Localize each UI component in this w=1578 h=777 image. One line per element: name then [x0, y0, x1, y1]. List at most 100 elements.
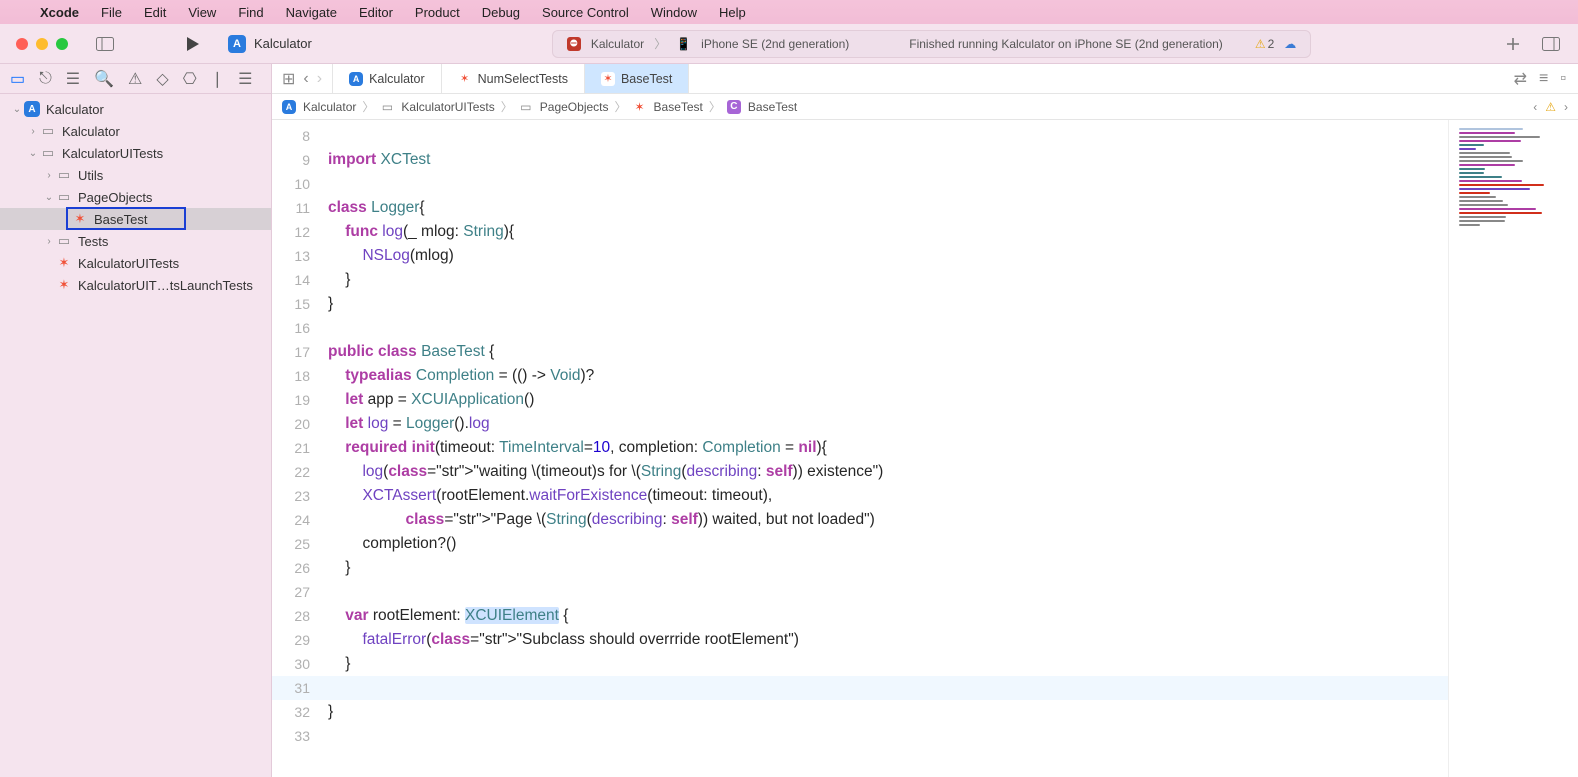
tree-folder[interactable]: ⌄▭PageObjects — [0, 186, 271, 208]
code-line[interactable]: 17public class BaseTest { — [272, 340, 1448, 364]
disclosure-triangle-icon[interactable]: › — [44, 170, 54, 181]
code-line[interactable]: 30 } — [272, 652, 1448, 676]
code-text[interactable]: } — [328, 652, 1448, 676]
code-line[interactable]: 32} — [272, 700, 1448, 724]
code-line[interactable]: 22 log(class="str">"waiting \(timeout)s … — [272, 460, 1448, 484]
code-line[interactable]: 25 completion?() — [272, 532, 1448, 556]
menu-view[interactable]: View — [188, 5, 216, 20]
symbol-navigator-icon[interactable]: ☰ — [66, 69, 80, 89]
code-text[interactable]: } — [328, 556, 1448, 580]
breadcrumb-item[interactable]: PageObjects — [540, 100, 609, 114]
breakpoint-navigator-icon[interactable]: ❘ — [211, 69, 224, 89]
report-navigator-icon[interactable]: ☰ — [238, 69, 252, 89]
code-line[interactable]: 10 — [272, 172, 1448, 196]
scheme-project-name[interactable]: Kalculator — [254, 36, 312, 51]
go-back-button[interactable]: ‹ — [303, 70, 308, 88]
code-line[interactable]: 33 — [272, 724, 1448, 748]
source-control-navigator-icon[interactable]: ⎋ — [39, 70, 52, 88]
code-line[interactable]: 23 XCTAssert(rootElement.waitForExistenc… — [272, 484, 1448, 508]
zoom-window-button[interactable] — [56, 38, 68, 50]
toggle-inspector-icon[interactable] — [1540, 33, 1562, 55]
code-text[interactable]: } — [328, 700, 1448, 724]
minimap[interactable] — [1448, 120, 1578, 777]
code-line[interactable]: 21 required init(timeout: TimeInterval=1… — [272, 436, 1448, 460]
menu-help[interactable]: Help — [719, 5, 746, 20]
menu-navigate[interactable]: Navigate — [286, 5, 337, 20]
editor-layout-icon[interactable]: ≡ — [1539, 70, 1548, 88]
project-root[interactable]: ⌄ A Kalculator — [0, 98, 271, 120]
add-editor-right-icon[interactable]: ▫ — [1560, 70, 1566, 88]
code-text[interactable] — [328, 676, 1448, 700]
code-line[interactable]: 14 } — [272, 268, 1448, 292]
warning-triangle-icon[interactable]: ⚠︎ — [1545, 100, 1556, 114]
code-line[interactable]: 29 fatalError(class="str">"Subclass shou… — [272, 628, 1448, 652]
code-line[interactable]: 11class Logger{ — [272, 196, 1448, 220]
prev-issue-icon[interactable]: ‹ — [1533, 100, 1537, 114]
adjust-editor-options-icon[interactable]: ⇄ — [1514, 69, 1527, 89]
code-line[interactable]: 12 func log(_ mlog: String){ — [272, 220, 1448, 244]
code-line[interactable]: 18 typealias Completion = (() -> Void)? — [272, 364, 1448, 388]
code-text[interactable]: XCTAssert(rootElement.waitForExistence(t… — [328, 484, 1448, 508]
code-line[interactable]: 31 — [272, 676, 1448, 700]
tree-folder[interactable]: ›▭Utils — [0, 164, 271, 186]
tab-basetest[interactable]: ✶ BaseTest — [585, 64, 689, 93]
code-text[interactable]: } — [328, 292, 1448, 316]
code-line[interactable]: 9import XCTest — [272, 148, 1448, 172]
menu-file[interactable]: File — [101, 5, 122, 20]
code-text[interactable]: typealias Completion = (() -> Void)? — [328, 364, 1448, 388]
issue-navigator-icon[interactable]: ⚠︎ — [128, 69, 142, 89]
code-line[interactable]: 20 let log = Logger().log — [272, 412, 1448, 436]
code-text[interactable]: fatalError(class="str">"Subclass should … — [328, 628, 1448, 652]
code-text[interactable]: } — [328, 268, 1448, 292]
code-text[interactable]: class="str">"Page \(String(describing: s… — [328, 508, 1448, 532]
tree-folder[interactable]: ›▭Tests — [0, 230, 271, 252]
code-line[interactable]: 27 — [272, 580, 1448, 604]
add-editor-button[interactable] — [1502, 33, 1524, 55]
disclosure-triangle-icon[interactable]: ⌄ — [28, 148, 38, 159]
code-text[interactable] — [328, 316, 1448, 340]
tree-file[interactable]: ✶BaseTest — [0, 208, 271, 230]
code-text[interactable]: required init(timeout: TimeInterval=10, … — [328, 436, 1448, 460]
disclosure-triangle-icon[interactable]: ⌄ — [44, 192, 54, 203]
code-text[interactable]: func log(_ mlog: String){ — [328, 220, 1448, 244]
code-text[interactable]: public class BaseTest { — [328, 340, 1448, 364]
disclosure-triangle-icon[interactable]: › — [44, 236, 54, 247]
code-text[interactable] — [328, 580, 1448, 604]
breadcrumb-item[interactable]: BaseTest — [654, 100, 703, 114]
code-line[interactable]: 28 var rootElement: XCUIElement { — [272, 604, 1448, 628]
tree-folder[interactable]: ›▭Kalculator — [0, 120, 271, 142]
code-text[interactable]: import XCTest — [328, 148, 1448, 172]
code-text[interactable]: var rootElement: XCUIElement { — [328, 604, 1448, 628]
warnings-badge[interactable]: ⚠︎2 — [1255, 37, 1274, 51]
go-forward-button[interactable]: › — [317, 70, 322, 88]
close-window-button[interactable] — [16, 38, 28, 50]
code-text[interactable]: let app = XCUIApplication() — [328, 388, 1448, 412]
find-navigator-icon[interactable]: 🔍 — [94, 69, 114, 89]
source-editor[interactable]: 89import XCTest1011class Logger{12 func … — [272, 120, 1448, 748]
menu-source-control[interactable]: Source Control — [542, 5, 629, 20]
minimize-window-button[interactable] — [36, 38, 48, 50]
project-navigator-icon[interactable]: ▭ — [10, 69, 25, 89]
disclosure-triangle-icon[interactable]: › — [28, 126, 38, 137]
code-line[interactable]: 26 } — [272, 556, 1448, 580]
code-text[interactable] — [328, 724, 1448, 748]
code-line[interactable]: 19 let app = XCUIApplication() — [272, 388, 1448, 412]
code-line[interactable]: 16 — [272, 316, 1448, 340]
code-line[interactable]: 24 class="str">"Page \(String(describing… — [272, 508, 1448, 532]
code-text[interactable]: log(class="str">"waiting \(timeout)s for… — [328, 460, 1448, 484]
code-text[interactable]: completion?() — [328, 532, 1448, 556]
related-items-icon[interactable]: ⊞ — [282, 69, 295, 89]
menu-edit[interactable]: Edit — [144, 5, 166, 20]
code-text[interactable] — [328, 124, 1448, 148]
breadcrumb-item[interactable]: Kalculator — [303, 100, 356, 114]
code-text[interactable] — [328, 172, 1448, 196]
activity-status-bar[interactable]: ⛔︎ Kalculator 〉 📱 iPhone SE (2nd generat… — [552, 30, 1311, 58]
test-navigator-icon[interactable]: ◇ — [156, 69, 168, 89]
tree-folder[interactable]: ⌄▭KalculatorUITests — [0, 142, 271, 164]
debug-navigator-icon[interactable]: ⎔ — [183, 69, 197, 89]
jump-bar[interactable]: A Kalculator 〉 ▭ KalculatorUITests 〉 ▭ P… — [272, 94, 1578, 120]
run-button[interactable] — [182, 33, 204, 55]
breadcrumb-item[interactable]: BaseTest — [748, 100, 797, 114]
app-menu[interactable]: Xcode — [40, 5, 79, 20]
toggle-navigator-icon[interactable] — [94, 33, 116, 55]
